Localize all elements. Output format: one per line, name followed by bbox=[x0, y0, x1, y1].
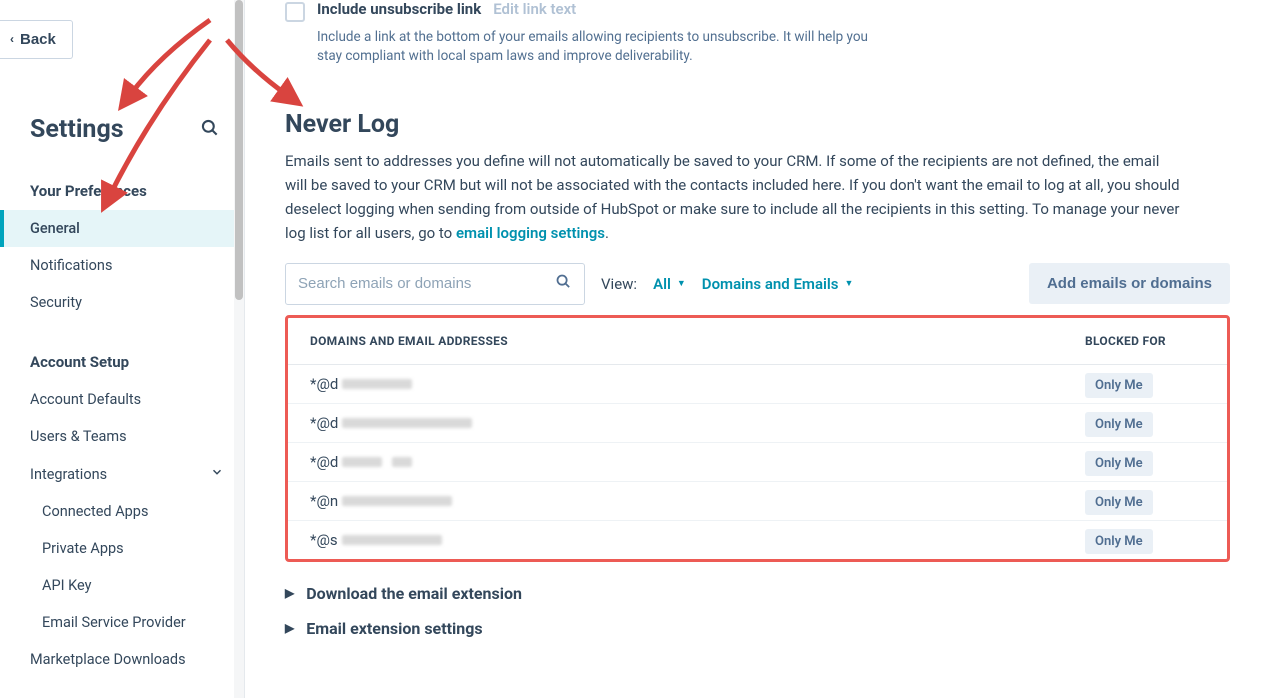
sidebar-item-integrations-label: Integrations bbox=[30, 466, 107, 483]
expander-extension-settings[interactable]: ▶ Email extension settings bbox=[285, 611, 1230, 646]
sidebar-item-security[interactable]: Security bbox=[0, 284, 244, 321]
row-prefix: *@d bbox=[310, 414, 338, 432]
section-account-setup: Account Setup bbox=[0, 343, 244, 381]
col-blocked-for: BLOCKED FOR bbox=[1085, 334, 1205, 348]
row-prefix: *@d bbox=[310, 453, 338, 471]
table-header: DOMAINS AND EMAIL ADDRESSES BLOCKED FOR bbox=[288, 318, 1227, 365]
sidebar-item-private-apps[interactable]: Private Apps bbox=[0, 530, 244, 567]
caret-down-icon: ▼ bbox=[677, 278, 686, 289]
blocked-for-badge: Only Me bbox=[1085, 373, 1153, 398]
blocked-for-badge: Only Me bbox=[1085, 451, 1153, 476]
col-domains-emails: DOMAINS AND EMAIL ADDRESSES bbox=[310, 334, 1085, 348]
scrollbar-thumb[interactable] bbox=[235, 0, 243, 300]
blocked-for-badge: Only Me bbox=[1085, 490, 1153, 515]
row-prefix: *@s bbox=[310, 531, 338, 549]
redacted-text bbox=[342, 535, 442, 545]
chevron-down-icon bbox=[210, 465, 224, 483]
filter-all-label: All bbox=[653, 275, 671, 293]
view-label: View: bbox=[601, 275, 637, 293]
row-prefix: *@n bbox=[310, 492, 338, 510]
include-unsubscribe-row: Include unsubscribe link Edit link text bbox=[285, 0, 1230, 22]
edit-link-text-button[interactable]: Edit link text bbox=[493, 0, 576, 18]
include-unsubscribe-help: Include a link at the bottom of your ema… bbox=[317, 28, 877, 66]
table-row[interactable]: *@d Only Me bbox=[288, 365, 1227, 404]
sidebar: ‹ Back Settings Your Preferences General… bbox=[0, 0, 245, 698]
search-emails-wrap bbox=[285, 263, 585, 305]
redacted-text bbox=[342, 418, 472, 428]
content-area: Include unsubscribe link Edit link text … bbox=[245, 0, 1280, 698]
row-prefix: *@d bbox=[310, 375, 338, 393]
search-emails-input[interactable] bbox=[298, 275, 528, 292]
add-emails-domains-button[interactable]: Add emails or domains bbox=[1029, 263, 1230, 304]
filter-domains-label: Domains and Emails bbox=[702, 275, 839, 293]
blocked-for-badge: Only Me bbox=[1085, 412, 1153, 437]
redacted-text bbox=[392, 457, 412, 467]
blocked-for-badge: Only Me bbox=[1085, 529, 1153, 554]
caret-down-icon: ▼ bbox=[845, 278, 854, 289]
caret-right-icon: ▶ bbox=[285, 586, 294, 600]
sidebar-item-account-defaults[interactable]: Account Defaults bbox=[0, 381, 244, 418]
table-row[interactable]: *@n Only Me bbox=[288, 482, 1227, 521]
table-row[interactable]: *@d Only Me bbox=[288, 443, 1227, 482]
never-log-description: Emails sent to addresses you define will… bbox=[285, 149, 1185, 245]
never-log-desc-a: Emails sent to addresses you define will… bbox=[285, 152, 1180, 242]
table-row[interactable]: *@s Only Me bbox=[288, 521, 1227, 559]
expander-label: Download the email extension bbox=[306, 584, 522, 603]
back-label: Back bbox=[20, 31, 56, 48]
sidebar-item-integrations[interactable]: Integrations bbox=[0, 455, 244, 493]
sidebar-item-connected-apps[interactable]: Connected Apps bbox=[0, 493, 244, 530]
sidebar-item-users-teams[interactable]: Users & Teams bbox=[0, 418, 244, 455]
expander-label: Email extension settings bbox=[306, 619, 482, 638]
sidebar-item-api-key[interactable]: API Key bbox=[0, 567, 244, 604]
never-log-controls: View: All ▼ Domains and Emails ▼ Add ema… bbox=[285, 263, 1230, 305]
never-log-table: DOMAINS AND EMAIL ADDRESSES BLOCKED FOR … bbox=[285, 315, 1230, 562]
section-your-preferences: Your Preferences bbox=[0, 172, 244, 210]
sidebar-item-notifications[interactable]: Notifications bbox=[0, 247, 244, 284]
redacted-text bbox=[342, 496, 452, 506]
include-unsubscribe-checkbox[interactable] bbox=[285, 2, 305, 22]
redacted-text bbox=[342, 379, 412, 389]
expander-download-extension[interactable]: ▶ Download the email extension bbox=[285, 576, 1230, 611]
table-row[interactable]: *@d Only Me bbox=[288, 404, 1227, 443]
include-unsubscribe-label: Include unsubscribe link bbox=[317, 0, 481, 18]
redacted-text bbox=[342, 457, 382, 467]
back-button[interactable]: ‹ Back bbox=[0, 20, 73, 59]
email-logging-settings-link[interactable]: email logging settings bbox=[456, 224, 605, 242]
settings-title: Settings bbox=[30, 115, 124, 144]
filter-all[interactable]: All ▼ bbox=[653, 275, 686, 293]
never-log-heading: Never Log bbox=[285, 110, 1230, 139]
never-log-desc-b: . bbox=[605, 224, 609, 242]
search-icon[interactable] bbox=[555, 273, 572, 294]
sidebar-item-general[interactable]: General bbox=[0, 210, 244, 247]
filter-domains-emails[interactable]: Domains and Emails ▼ bbox=[702, 275, 854, 293]
sidebar-item-esp[interactable]: Email Service Provider bbox=[0, 604, 244, 641]
search-icon[interactable] bbox=[200, 118, 220, 142]
sidebar-item-marketplace-downloads[interactable]: Marketplace Downloads bbox=[0, 641, 244, 678]
caret-right-icon: ▶ bbox=[285, 621, 294, 635]
chevron-left-icon: ‹ bbox=[10, 32, 14, 46]
